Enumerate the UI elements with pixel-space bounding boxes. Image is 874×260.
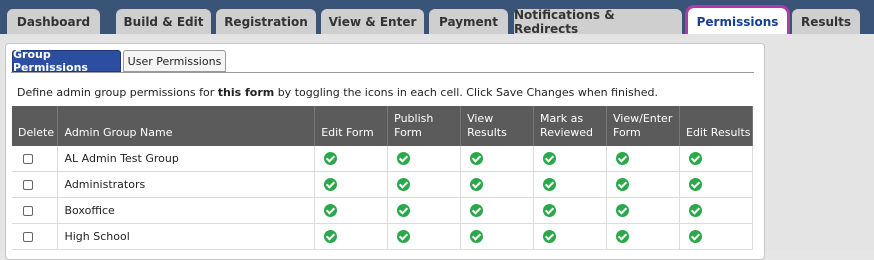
table-row: AL Admin Test Group xyxy=(12,146,753,172)
tab-registration[interactable]: Registration xyxy=(216,9,316,34)
check-circle-icon[interactable] xyxy=(543,230,557,244)
permission-cell xyxy=(679,146,753,172)
check-circle-icon[interactable] xyxy=(470,204,484,218)
permission-cell xyxy=(387,171,462,198)
tab-label: Payment xyxy=(439,14,498,29)
column-header-group-name: Admin Group Name xyxy=(57,106,316,146)
delete-checkbox[interactable] xyxy=(23,206,33,216)
subtab-divider xyxy=(11,72,754,73)
instructions-bold: this form xyxy=(217,86,275,99)
tab-label: Dashboard xyxy=(16,14,91,29)
check-circle-icon[interactable] xyxy=(689,230,702,244)
subtab-label: User Permissions xyxy=(127,54,222,68)
check-circle-icon[interactable] xyxy=(616,178,630,192)
column-header-edit-form: Edit Form xyxy=(314,106,389,146)
instructions-before: Define admin group permissions for xyxy=(17,86,218,99)
table-row: Boxoffice xyxy=(12,197,753,224)
check-circle-icon[interactable] xyxy=(470,152,484,166)
permission-cell xyxy=(533,197,608,224)
permission-cell xyxy=(460,171,535,198)
permission-cell xyxy=(314,223,389,250)
tab-payment[interactable]: Payment xyxy=(429,9,508,34)
column-header-mark-reviewed: Mark as Reviewed xyxy=(533,106,608,146)
group-name-cell: AL Admin Test Group xyxy=(57,146,316,172)
tab-notifications-redirects[interactable]: Notifications & Redirects xyxy=(514,7,682,36)
permission-cell xyxy=(533,223,608,250)
table-header-row: Delete Admin Group Name Edit Form Publis… xyxy=(12,106,753,146)
delete-cell xyxy=(12,146,59,172)
check-circle-icon[interactable] xyxy=(397,152,411,166)
instructions-text: Define admin group permissions for this … xyxy=(17,86,658,99)
tab-view-enter[interactable]: View & Enter xyxy=(321,9,424,34)
delete-checkbox[interactable] xyxy=(23,232,33,242)
delete-checkbox[interactable] xyxy=(23,180,33,190)
check-circle-icon[interactable] xyxy=(397,204,411,218)
check-circle-icon[interactable] xyxy=(616,204,630,218)
subtab-label: Group Permissions xyxy=(13,48,88,74)
delete-cell xyxy=(12,197,59,224)
permission-cell xyxy=(387,197,462,224)
permission-cell xyxy=(533,146,608,172)
permission-cell xyxy=(460,197,535,224)
column-header-delete: Delete xyxy=(12,106,59,146)
check-circle-icon[interactable] xyxy=(324,152,338,166)
check-circle-icon[interactable] xyxy=(397,178,411,192)
permission-cell xyxy=(387,146,462,172)
tab-label: Results xyxy=(800,14,852,29)
permission-cell xyxy=(606,223,680,250)
check-circle-icon[interactable] xyxy=(543,178,557,192)
tab-results[interactable]: Results xyxy=(792,9,860,34)
check-circle-icon[interactable] xyxy=(616,230,630,244)
group-name-cell: Administrators xyxy=(57,171,316,198)
check-circle-icon[interactable] xyxy=(324,230,338,244)
tab-label: Permissions xyxy=(696,14,779,29)
permission-cell xyxy=(533,171,608,198)
check-circle-icon[interactable] xyxy=(324,204,338,218)
check-circle-icon[interactable] xyxy=(397,230,411,244)
column-header-publish-form: Publish Form xyxy=(387,106,462,146)
permission-cell xyxy=(460,223,535,250)
check-circle-icon[interactable] xyxy=(324,178,338,192)
tab-label: Registration xyxy=(224,14,308,29)
group-name-cell: High School xyxy=(57,223,316,250)
tab-user-permissions[interactable]: User Permissions xyxy=(123,50,226,72)
permission-cell xyxy=(679,223,753,250)
permission-cell xyxy=(460,146,535,172)
table-row: High School xyxy=(12,223,753,250)
tab-label: Notifications & Redirects xyxy=(514,7,615,36)
group-name-cell: Boxoffice xyxy=(57,197,316,224)
check-circle-icon[interactable] xyxy=(470,230,484,244)
permission-cell xyxy=(314,171,389,198)
instructions-after: by toggling the icons in each cell. Clic… xyxy=(274,86,658,99)
permission-cell xyxy=(606,146,680,172)
permission-cell xyxy=(679,197,753,224)
tab-group-permissions[interactable]: Group Permissions xyxy=(12,48,121,74)
delete-cell xyxy=(12,171,59,198)
tab-permissions[interactable]: Permissions xyxy=(685,5,790,38)
check-circle-icon[interactable] xyxy=(470,178,484,192)
check-circle-icon[interactable] xyxy=(689,152,702,166)
delete-checkbox[interactable] xyxy=(23,154,33,164)
check-circle-icon[interactable] xyxy=(616,152,630,166)
table-row: Administrators xyxy=(12,171,753,198)
tab-build-edit[interactable]: Build & Edit xyxy=(116,9,211,34)
column-header-view-enter-form: View/Enter Form xyxy=(606,106,680,146)
permission-cell xyxy=(387,223,462,250)
tab-label: View & Enter xyxy=(328,14,417,29)
check-circle-icon[interactable] xyxy=(689,204,702,218)
column-header-edit-results: Edit Results xyxy=(679,106,753,146)
permission-cell xyxy=(606,197,680,224)
delete-cell xyxy=(12,223,59,250)
tab-dashboard[interactable]: Dashboard xyxy=(7,9,100,34)
check-circle-icon[interactable] xyxy=(689,178,702,192)
permission-cell xyxy=(679,171,753,198)
permission-cell xyxy=(606,171,680,198)
tab-label: Build & Edit xyxy=(123,14,204,29)
permission-cell xyxy=(314,146,389,172)
column-header-view-results: View Results xyxy=(460,106,535,146)
check-circle-icon[interactable] xyxy=(543,204,557,218)
check-circle-icon[interactable] xyxy=(543,152,557,166)
group-permissions-table: Delete Admin Group Name Edit Form Publis… xyxy=(12,106,753,250)
permission-cell xyxy=(314,197,389,224)
